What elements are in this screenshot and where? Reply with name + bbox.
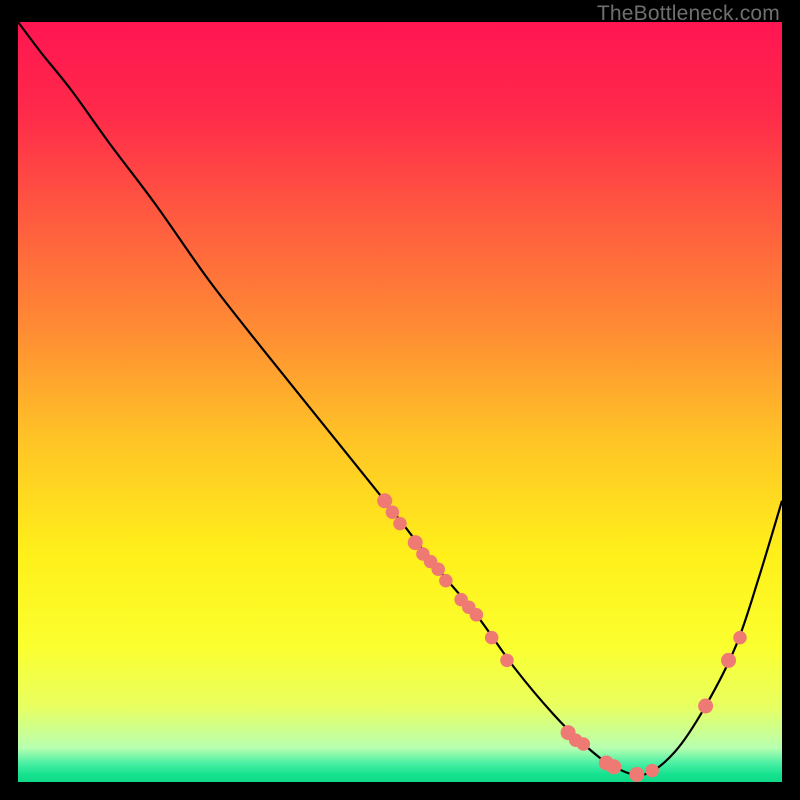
data-marker [431, 562, 445, 576]
data-marker [485, 631, 499, 645]
bottleneck-chart [18, 22, 782, 782]
data-marker [577, 737, 591, 751]
data-marker [386, 505, 400, 519]
gradient-background [18, 22, 782, 782]
data-marker [606, 759, 621, 774]
data-marker [733, 631, 747, 645]
chart-frame [18, 22, 782, 782]
watermark-text: TheBottleneck.com [597, 2, 780, 26]
data-marker [500, 654, 513, 668]
data-marker [439, 574, 453, 588]
data-marker [470, 608, 484, 622]
data-marker [393, 517, 407, 531]
data-marker [721, 653, 736, 668]
data-marker [629, 767, 644, 782]
data-marker [645, 764, 659, 778]
data-marker [698, 699, 713, 714]
